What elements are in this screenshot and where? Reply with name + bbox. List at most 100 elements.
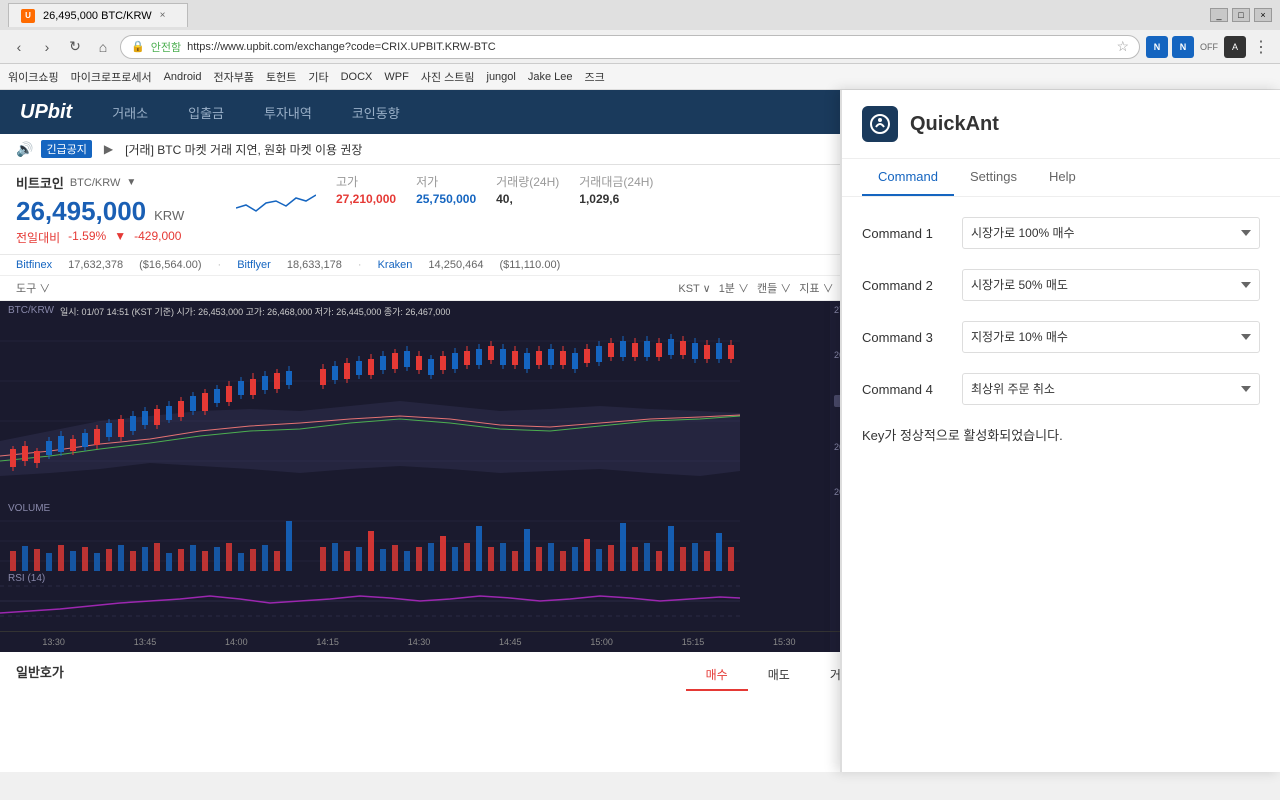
extension-icon-3[interactable]: A — [1224, 36, 1246, 58]
extensions-icon[interactable]: N — [1146, 36, 1168, 58]
alert-text[interactable]: [거래] BTC 마켓 거래 지연, 원화 마켓 이용 권장 — [125, 141, 362, 158]
command-4-select[interactable]: 최상위 주문 취소 시장가로 100% 매수 시장가로 50% 매도 지정가로 … — [962, 373, 1260, 405]
upbit-logo[interactable]: UPbit — [20, 101, 72, 124]
coin-dropdown-icon[interactable]: ▼ — [126, 177, 136, 188]
quickant-logo-icon — [869, 113, 891, 135]
command-row-2: Command 2 시장가로 50% 매도 시장가로 100% 매수 지정가로 … — [862, 269, 1260, 301]
tab-favicon: U — [21, 9, 35, 23]
command-3-label: Command 3 — [862, 330, 962, 345]
nav-cointrend[interactable]: 코인동향 — [352, 103, 400, 122]
alert-icon: 🔊 — [16, 141, 33, 158]
ref-kraken-label[interactable]: Kraken — [378, 259, 413, 271]
ref-bitfinex-label[interactable]: Bitfinex — [16, 259, 52, 271]
main-content: UPbit 거래소 입출금 투자내역 코인동향 🔊 긴급공지 ▶ [거래] BT… — [0, 90, 1280, 772]
ref-bitflyer-label[interactable]: Bitflyer — [237, 259, 271, 271]
refresh-button[interactable]: ↻ — [64, 36, 86, 58]
bookmark-1[interactable]: 워이크쇼핑 — [8, 69, 59, 85]
tab-bar: U 26,495,000 BTC/KRW × — [8, 3, 188, 27]
bookmark-7[interactable]: DOCX — [341, 71, 373, 83]
bookmark-12[interactable]: 즈크 — [585, 69, 605, 85]
quickant-logo — [862, 106, 898, 142]
bookmark-6[interactable]: 기타 — [308, 69, 328, 85]
quickant-tabs: Command Settings Help — [842, 159, 1280, 197]
quickant-tab-command[interactable]: Command — [862, 159, 954, 196]
rsi-canvas: RSI (14) — [0, 571, 830, 631]
forward-button[interactable]: › — [36, 36, 58, 58]
x-label-5: 14:30 — [408, 637, 431, 647]
amount-label: 거래대금(24H) — [579, 173, 653, 190]
order-tab-sell[interactable]: 매도 — [748, 660, 810, 691]
back-button[interactable]: ‹ — [8, 36, 30, 58]
coin-change: 전일대비 -1.59% ▼ -429,000 — [16, 229, 216, 246]
coin-info-area: 비트코인 BTC/KRW ▼ 26,495,000 KRW 전일대비 -1.59… — [0, 165, 910, 255]
quickant-tab-help[interactable]: Help — [1033, 159, 1092, 196]
candlestick-chart — [0, 301, 740, 501]
command-2-select[interactable]: 시장가로 50% 매도 시장가로 100% 매수 지정가로 10% 매수 최상위… — [962, 269, 1260, 301]
home-button[interactable]: ⌂ — [92, 36, 114, 58]
bookmark-4[interactable]: 전자부품 — [214, 69, 254, 85]
bookmark-11[interactable]: Jake Lee — [528, 71, 573, 83]
rsi-label: RSI (14) — [8, 573, 45, 584]
coin-stats: 고가 27,210,000 저가 25,750,000 거래량(24H) 40,… — [336, 173, 894, 206]
toolbar-interval[interactable]: 1분 ∨ — [719, 280, 749, 296]
title-bar-left: U 26,495,000 BTC/KRW × — [8, 3, 188, 27]
command-3-select[interactable]: 지정가로 10% 매수 시장가로 100% 매수 시장가로 50% 매도 최상위… — [962, 321, 1260, 353]
command-1-label: Command 1 — [862, 226, 962, 241]
command-1-select[interactable]: 시장가로 100% 매수 시장가로 50% 매도 지정가로 10% 매수 최상위… — [962, 217, 1260, 249]
bookmark-2[interactable]: 마이크로프로세서 — [71, 69, 152, 85]
toolbar-timezone[interactable]: KST ∨ — [678, 280, 710, 296]
coin-name: 비트코인 — [16, 173, 64, 192]
bookmark-10[interactable]: jungol — [487, 71, 516, 83]
toolbar-indicator[interactable]: 지표 ∨ — [799, 280, 833, 296]
quickant-header: QuickAnt — [842, 90, 1280, 159]
quickant-overlay: QuickAnt Command Settings Help Command 1… — [840, 90, 1280, 772]
upbit-header: UPbit 거래소 입출금 투자내역 코인동향 — [0, 90, 910, 134]
nav-deposit[interactable]: 입출금 — [188, 103, 224, 122]
low-value: 25,750,000 — [416, 192, 476, 206]
x-axis: 13:30 13:45 14:00 14:15 14:30 14:45 15:0… — [0, 632, 910, 652]
order-tab-buy[interactable]: 매수 — [686, 660, 748, 691]
chart-toolbar: 도구 ∨ KST ∨ 1분 ∨ 캔들 ∨ 지표 ∨ 테마 ∨ 설 — [0, 276, 910, 301]
nav-exchange[interactable]: 거래소 — [112, 103, 148, 122]
close-button[interactable]: × — [1254, 8, 1272, 22]
x-labels: 13:30 13:45 14:00 14:15 14:30 14:45 15:0… — [0, 632, 830, 652]
maximize-button[interactable]: □ — [1232, 8, 1250, 22]
chart-canvas: BTC/KRW 일시: 01/07 14:51 (KST 기준) 시가: 26,… — [0, 301, 830, 501]
star-icon[interactable]: ☆ — [1116, 38, 1129, 55]
rsi-line — [0, 571, 740, 631]
tab-close-button[interactable]: × — [160, 10, 166, 21]
quickant-tab-settings[interactable]: Settings — [954, 159, 1033, 196]
alert-arrow: ▶ — [104, 142, 113, 156]
ref-kraken-value: 14,250,464 — [428, 259, 483, 271]
minimize-button[interactable]: _ — [1210, 8, 1228, 22]
bookmark-8[interactable]: WPF — [384, 71, 408, 83]
bookmarks-bar: 워이크쇼핑 마이크로프로세서 Android 전자부품 토헌트 기타 DOCX … — [0, 64, 1280, 90]
quickant-title: QuickAnt — [910, 113, 999, 136]
bookmark-3[interactable]: Android — [164, 71, 202, 83]
x-label-1: 13:30 — [42, 637, 65, 647]
bookmark-9[interactable]: 사진 스트림 — [421, 69, 475, 85]
x-label-7: 15:00 — [590, 637, 613, 647]
x-label-4: 14:15 — [316, 637, 339, 647]
high-value: 27,210,000 — [336, 192, 396, 206]
change-pct: -1.59% — [68, 229, 106, 246]
rsi-chart: RSI (14) 53.47 — [0, 571, 910, 632]
exchange-refs: Bitfinex 17,632,378 ($16,564.00) · Bitfl… — [0, 255, 910, 276]
extension-off[interactable]: OFF — [1198, 36, 1220, 58]
amount-value: 1,029,6 — [579, 192, 653, 206]
nav-investment[interactable]: 투자내역 — [264, 103, 312, 122]
coin-pair: BTC/KRW — [70, 177, 121, 189]
menu-icon[interactable]: ⋮ — [1250, 36, 1272, 58]
mini-chart — [236, 173, 316, 213]
ref-bitflyer-value: 18,633,178 — [287, 259, 342, 271]
browser-tab[interactable]: U 26,495,000 BTC/KRW × — [8, 3, 188, 27]
toolbar-candle[interactable]: 캔들 ∨ — [757, 280, 791, 296]
ref-kraken-usd: ($11,110.00) — [499, 259, 560, 271]
address-text: https://www.upbit.com/exchange?code=CRIX… — [187, 41, 1110, 53]
address-bar[interactable]: 🔒 안전함 https://www.upbit.com/exchange?cod… — [120, 35, 1140, 59]
bookmark-5[interactable]: 토헌트 — [266, 69, 296, 85]
x-label-3: 14:00 — [225, 637, 248, 647]
chart-wrapper: BTC/KRW 일시: 01/07 14:51 (KST 기준) 시가: 26,… — [0, 301, 910, 652]
toolbar-tools[interactable]: 도구 ∨ — [16, 280, 50, 296]
extensions-icon-2[interactable]: N — [1172, 36, 1194, 58]
